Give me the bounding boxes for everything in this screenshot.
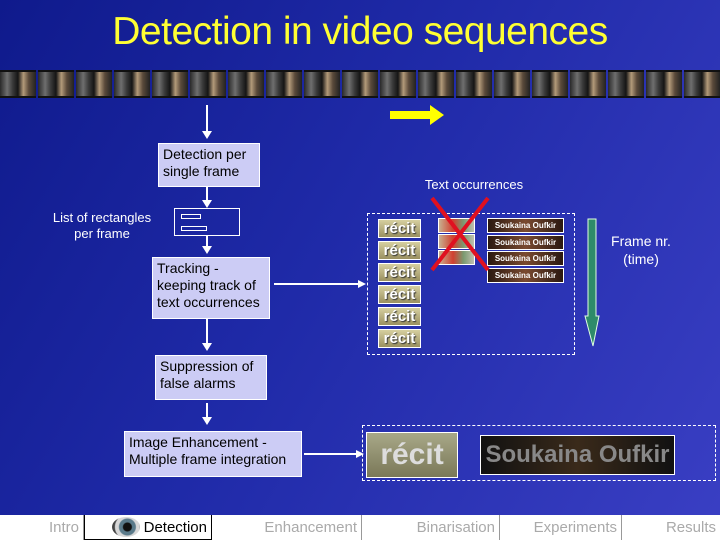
video-frame-thumbnail [684,70,720,98]
video-frame-thumbnail [608,70,644,98]
video-frame-thumbnail [76,70,112,98]
connector [274,283,360,285]
tracking-box: Tracking - keeping track of text occurre… [152,257,270,319]
video-frame-thumbnail [418,70,454,98]
video-frame-thumbnail [532,70,568,98]
nav-label: Enhancement [264,519,357,536]
video-frame-thumbnail [456,70,492,98]
arrow-head-icon [202,343,212,351]
recit-occurrence: récit [378,285,421,304]
nav-binarisation[interactable]: Binarisation [362,515,500,540]
name-occurrence: Soukaina Oufkir [487,267,564,283]
video-frame-thumbnail [342,70,378,98]
video-frame-thumbnail [304,70,340,98]
enhancement-box-label: Image Enhancement - Multiple frame integ… [129,434,287,467]
enhanced-name-image: Soukaina Oufkir [480,435,675,475]
connector [206,105,208,132]
video-filmstrip [0,70,720,98]
rejected-cross-icon [430,196,490,272]
recit-occurrence: récit [378,329,421,348]
enhancement-box: Image Enhancement - Multiple frame integ… [124,431,302,477]
video-frame-thumbnail [228,70,264,98]
arrow-head-icon [202,246,212,254]
time-axis-arrow-icon [584,218,600,347]
nav-intro[interactable]: Intro [0,515,84,540]
arrow-head-icon [202,200,212,208]
recit-occurrence: récit [378,307,421,326]
text-occurrences-label: Text occurrences [424,177,524,192]
nav-label: Binarisation [416,519,495,536]
video-frame-thumbnail [570,70,606,98]
nav-label: Detection [143,518,207,536]
name-occurrence: Soukaina Oufkir [487,234,564,250]
detection-box-label: Detection per single frame [163,146,247,179]
recit-occurrence: récit [378,263,421,282]
arrow-head-icon [202,131,212,139]
nav-enhancement[interactable]: Enhancement [212,515,362,540]
video-frame-thumbnail [38,70,74,98]
suppression-box-label: Suppression of false alarms [160,358,254,391]
nav-label: Results [665,519,716,536]
arrow-head-icon [202,417,212,425]
video-frame-thumbnail [190,70,226,98]
connector [206,187,208,201]
nav-label: Experiments [533,519,617,536]
name-occurrence: Soukaina Oufkir [487,218,564,233]
nav-detection[interactable]: Detection [84,515,212,540]
video-frame-thumbnail [380,70,416,98]
video-frame-thumbnail [646,70,682,98]
recit-occurrence: récit [378,241,421,260]
video-frame-thumbnail [266,70,302,98]
connector [206,319,208,345]
video-frame-thumbnail [494,70,530,98]
name-occurrence: Soukaina Oufkir [487,251,564,266]
section-navbar: Intro Detection Enhancement Binarisation… [0,515,720,540]
eye-icon [111,517,140,537]
frame-number-label: Frame nr. (time) [611,233,671,267]
tracking-box-label: Tracking - keeping track of text occurre… [157,260,260,310]
suppression-box: Suppression of false alarms [155,355,267,400]
recit-occurrence: récit [378,219,421,238]
nav-label: Intro [48,519,79,536]
slide-title: Detection in video sequences [112,10,608,53]
enhanced-recit-image: récit [366,432,458,478]
video-frame-thumbnail [0,70,36,98]
video-frame-thumbnail [152,70,188,98]
nav-experiments[interactable]: Experiments [500,515,622,540]
nav-results[interactable]: Results [622,515,720,540]
arrow-head-icon [358,280,366,288]
time-direction-arrow-icon [390,105,444,125]
rectangles-list-icon [174,208,240,236]
rectangles-label: List of rectangles per frame [52,210,152,241]
connector [304,453,358,455]
video-frame-thumbnail [114,70,150,98]
detection-per-frame-box: Detection per single frame [158,143,260,187]
